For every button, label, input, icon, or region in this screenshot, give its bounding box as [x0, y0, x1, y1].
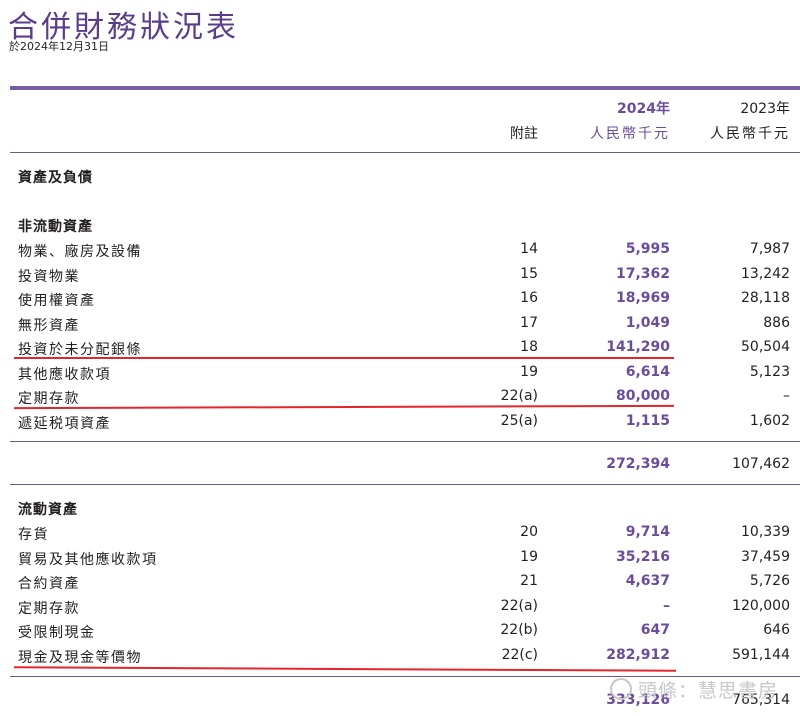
row-value-2024: –: [663, 597, 670, 614]
row-value-2023: 591,144: [732, 646, 790, 663]
watermark-text: 頭條：慧思書房: [637, 680, 778, 702]
table-row: 受限制現金 22(b) 647 646: [0, 622, 800, 646]
header-rule: [10, 86, 800, 90]
row-label: 使用權資產: [18, 293, 96, 309]
row-label: 合約資產: [18, 576, 80, 592]
row-value-2024: 647: [640, 622, 670, 638]
row-value-2024: 4,637: [625, 573, 670, 589]
row-note: 19: [520, 363, 538, 380]
table-row: 遞延税項資產 25(a) 1,115 1,602: [0, 413, 800, 437]
row-note: 16: [520, 290, 538, 306]
row-label: 物業、廠房及設備: [18, 244, 142, 260]
report-date: 於2024年12月31日: [9, 40, 109, 53]
table-row: 投資物業 15 17,362 13,242: [0, 266, 800, 290]
row-value-2024: 282,912: [606, 646, 670, 663]
row-value-2024: 6,614: [625, 363, 670, 380]
col-2023-year: 2023年: [740, 101, 790, 117]
section-assets-liabilities: 資產及負債: [18, 170, 93, 186]
row-value-2023: 646: [763, 622, 790, 638]
watermark: 頭條：慧思書房: [609, 676, 778, 703]
table-row: 使用權資產 16 18,969 28,118: [0, 290, 800, 314]
non-current-total-2023: 107,462: [732, 456, 790, 472]
table-row: 無形資產 17 1,049 886: [0, 315, 800, 339]
col-2024-unit: 人民幣千元: [590, 126, 670, 142]
row-value-2023: 5,726: [749, 573, 790, 589]
row-label: 其他應收款項: [18, 366, 111, 383]
table-row: 投資於未分配銀條 18 141,290 50,504: [0, 339, 800, 363]
row-note: 18: [520, 339, 538, 355]
table-row: 物業、廠房及設備 14 5,995 7,987: [0, 241, 800, 265]
row-label: 投資物業: [18, 268, 80, 285]
col-note-header: 附註: [510, 126, 538, 142]
row-label: 投資於未分配銀條: [18, 342, 142, 358]
row-value-2023: 1,602: [749, 412, 790, 429]
row-value-2024: 1,115: [625, 412, 670, 429]
non-current-total-2024: 272,394: [606, 456, 670, 472]
col-2024-year: 2024年: [617, 101, 670, 117]
row-value-2024: 35,216: [615, 548, 670, 565]
row-note: 17: [520, 314, 538, 331]
section-non-current-assets: 非流動資產: [18, 219, 93, 235]
row-note: 22(a): [500, 597, 538, 614]
row-note: 19: [520, 548, 538, 565]
section-rule: [10, 441, 800, 442]
row-value-2023: 13,242: [741, 265, 790, 282]
table-row: 合約資產 21 4,637 5,726: [0, 573, 800, 597]
row-value-2024: 17,362: [615, 265, 670, 282]
header-bottom-rule: [10, 152, 800, 153]
row-label: 遞延税項資產: [18, 415, 111, 432]
row-label: 現金及現金等價物: [18, 649, 142, 666]
row-label: 定期存款: [18, 391, 80, 407]
row-value-2023: 37,459: [741, 548, 790, 565]
row-label: 貿易及其他應收款項: [18, 551, 158, 568]
row-value-2023: 5,123: [749, 363, 790, 380]
row-value-2024: 9,714: [625, 524, 670, 540]
row-note: 25(a): [500, 412, 538, 429]
row-value-2023: 120,000: [732, 597, 790, 614]
row-note: 14: [520, 241, 538, 257]
row-value-2023: –: [783, 388, 790, 404]
row-value-2023: 886: [763, 314, 790, 331]
table-row: 其他應收款項 19 6,614 5,123: [0, 364, 800, 388]
row-note: 21: [520, 573, 538, 589]
highlight-underline: [14, 357, 674, 359]
row-note: 22(c): [501, 646, 538, 663]
table-row: 定期存款 22(a) – 120,000: [0, 598, 800, 622]
row-value-2024: 5,995: [625, 241, 670, 257]
row-label: 無形資產: [18, 317, 80, 334]
row-label: 受限制現金: [18, 625, 96, 641]
row-value-2023: 50,504: [741, 339, 790, 355]
row-value-2024: 141,290: [606, 339, 670, 355]
row-value-2023: 28,118: [741, 290, 790, 306]
row-value-2023: 10,339: [741, 524, 790, 540]
row-value-2023: 7,987: [749, 241, 790, 257]
row-value-2024: 80,000: [615, 388, 670, 404]
row-note: 22(b): [500, 622, 538, 638]
row-label: 存貨: [18, 527, 49, 543]
row-note: 20: [520, 524, 538, 540]
row-note: 22(a): [500, 388, 538, 404]
section-current-assets: 流動資產: [18, 502, 78, 518]
table-row: 存貨 20 9,714 10,339: [0, 524, 800, 548]
watermark-logo-icon: [609, 678, 632, 700]
row-note: 15: [520, 265, 538, 282]
col-2023-unit: 人民幣千元: [710, 126, 790, 142]
section-rule: [10, 484, 800, 485]
row-label: 定期存款: [18, 600, 80, 617]
row-value-2024: 18,969: [615, 290, 670, 306]
table-row: 貿易及其他應收款項 19 35,216 37,459: [0, 549, 800, 573]
row-value-2024: 1,049: [625, 314, 670, 331]
